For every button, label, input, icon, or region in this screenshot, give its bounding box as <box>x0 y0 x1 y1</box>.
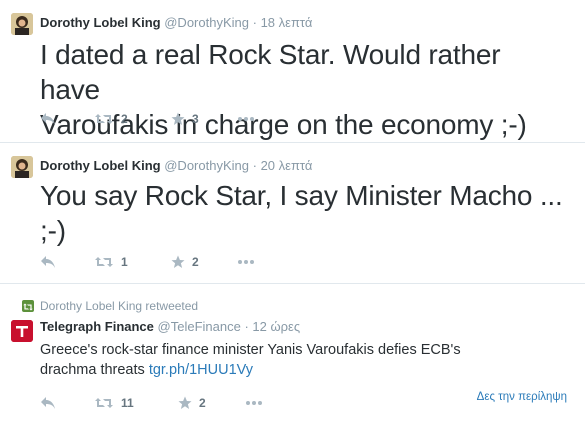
tweet-text-line: ;-) <box>40 215 66 246</box>
tweet-text-line-with-link: drachma threats tgr.ph/1HUU1Vy <box>40 360 560 380</box>
retweeted-by-note[interactable]: Dorothy Lobel King retweeted <box>40 299 198 313</box>
reply-arrow-icon <box>41 256 55 268</box>
tweet-text-line: I dated a real Rock Star. Would rather h… <box>40 39 501 105</box>
retweet-badge-icon <box>22 300 34 312</box>
retweet-icon <box>95 114 113 124</box>
retweet-icon <box>95 398 113 408</box>
author-handle[interactable]: @DorothyKing <box>164 158 249 173</box>
avatar[interactable] <box>11 13 33 35</box>
retweet-count: 1 <box>121 255 128 269</box>
more-button[interactable] <box>245 394 263 412</box>
star-icon <box>171 112 185 125</box>
tweet-header: Dorothy Lobel King @DorothyKing · 20 λεπ… <box>40 158 312 173</box>
telegraph-logo-avatar[interactable] <box>11 320 33 342</box>
tweet-text: You say Rock Star, I say Minister Macho … <box>40 178 565 248</box>
favorite-button[interactable]: 2 <box>171 253 199 271</box>
tweet-text: Greece's rock-star finance minister Yani… <box>40 340 560 380</box>
tweet-link[interactable]: tgr.ph/1HUU1Vy <box>149 362 253 378</box>
retweet-count: 11 <box>121 396 134 410</box>
retweet-icon <box>95 257 113 267</box>
tweet-text-line: You say Rock Star, I say Minister Macho … <box>40 180 563 211</box>
reply-arrow-icon <box>41 113 55 125</box>
star-icon <box>178 396 192 409</box>
expand-summary-link[interactable]: Δες την περίληψη <box>477 391 567 403</box>
tweet-header: Telegraph Finance @TeleFinance · 12 ώρες <box>40 319 300 334</box>
timestamp[interactable]: 12 ώρες <box>252 319 300 334</box>
more-button[interactable] <box>237 110 255 128</box>
avatar[interactable] <box>11 156 33 178</box>
timestamp[interactable]: 20 λεπτά <box>261 158 313 173</box>
author-name[interactable]: Dorothy Lobel King <box>40 15 161 30</box>
retweet-count: 2 <box>121 112 128 126</box>
tweet-1: Dorothy Lobel King @DorothyKing · 18 λεπ… <box>0 0 585 143</box>
favorite-count: 2 <box>192 255 199 269</box>
tweet-2: Dorothy Lobel King @DorothyKing · 20 λεπ… <box>0 143 585 284</box>
telegraph-logo-icon <box>11 320 33 342</box>
favorite-count: 3 <box>192 112 199 126</box>
favorite-count: 2 <box>199 396 206 410</box>
tweet-3-retweet: Dorothy Lobel King retweeted Telegraph F… <box>0 284 585 426</box>
tweet-actions: 1 2 <box>40 253 300 271</box>
avatar-photo-icon <box>11 156 33 178</box>
more-dots-icon <box>238 260 254 264</box>
avatar-photo-icon <box>11 13 33 35</box>
favorite-button[interactable]: 2 <box>178 394 206 412</box>
author-handle[interactable]: @TeleFinance <box>158 319 241 334</box>
retweet-button[interactable]: 2 <box>94 110 128 128</box>
separator-dot: · <box>244 319 249 334</box>
author-name[interactable]: Telegraph Finance <box>40 319 154 334</box>
retweet-button[interactable]: 1 <box>94 253 128 271</box>
reply-arrow-icon <box>41 397 55 409</box>
more-button[interactable] <box>237 253 255 271</box>
favorite-button[interactable]: 3 <box>171 110 199 128</box>
tweet-text-line: Greece's rock-star finance minister Yani… <box>40 342 461 358</box>
tweet-actions: 2 3 <box>40 110 300 128</box>
star-icon <box>171 255 185 268</box>
separator-dot: · <box>252 15 257 30</box>
tweet-text-line: drachma threats <box>40 362 149 378</box>
author-handle[interactable]: @DorothyKing <box>164 15 249 30</box>
more-dots-icon <box>246 401 262 405</box>
tweet-header: Dorothy Lobel King @DorothyKing · 18 λεπ… <box>40 15 312 30</box>
reply-button[interactable] <box>40 253 56 271</box>
reply-button[interactable] <box>40 394 56 412</box>
retweet-button[interactable]: 11 <box>94 394 134 412</box>
author-name[interactable]: Dorothy Lobel King <box>40 158 161 173</box>
reply-button[interactable] <box>40 110 56 128</box>
separator-dot: · <box>252 158 257 173</box>
tweet-actions: 11 2 <box>40 394 300 412</box>
more-dots-icon <box>238 117 254 121</box>
timestamp[interactable]: 18 λεπτά <box>261 15 313 30</box>
